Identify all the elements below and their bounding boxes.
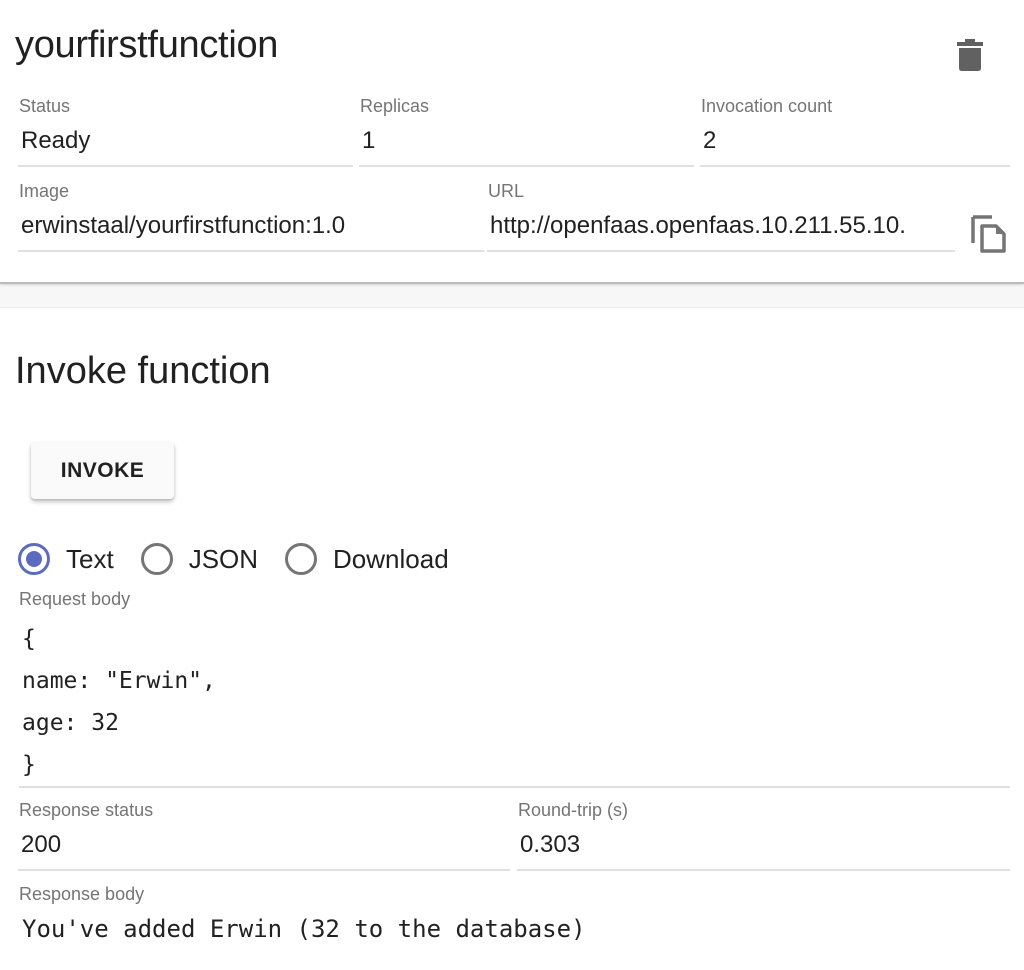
status-field: Status Ready [18, 96, 353, 167]
replicas-label: Replicas [360, 96, 430, 116]
invocation-count-label: Invocation count [701, 96, 833, 116]
invoke-button[interactable]: INVOKE [31, 442, 174, 499]
round-trip-label: Round-trip (s) [518, 800, 629, 820]
invocation-count-value: 2 [700, 117, 1010, 167]
radio-download-label: Download [333, 543, 449, 574]
replicas-field: Replicas 1 [359, 96, 694, 167]
url-label: URL [488, 181, 525, 201]
function-details-card: yourfirstfunction Status Ready Replicas … [0, 0, 1024, 284]
invocation-count-field: Invocation count 2 [700, 96, 1010, 167]
delete-function-button[interactable] [954, 36, 986, 74]
response-status-field: Response status 200 [18, 800, 510, 871]
image-value: erwinstaal/yourfirstfunction:1.0 [18, 202, 484, 252]
radio-checked-icon[interactable] [18, 543, 50, 575]
status-label: Status [19, 96, 71, 116]
function-name-title: yourfirstfunction [15, 24, 279, 66]
request-body-line: name: "Erwin", [22, 668, 216, 694]
status-value: Ready [18, 117, 353, 167]
request-body-label: Request body [19, 589, 131, 609]
radio-text[interactable]: Text [18, 543, 114, 575]
request-body-line: age: 32 [22, 710, 119, 736]
copy-url-button[interactable] [970, 214, 1008, 254]
section-divider [0, 284, 1024, 308]
response-type-radio-group: Text JSON Download [18, 543, 476, 575]
radio-json-label: JSON [188, 543, 259, 574]
response-status-value: 200 [18, 821, 510, 871]
copy-icon [971, 215, 1006, 253]
radio-download[interactable]: Download [285, 543, 449, 575]
request-body-line: } [22, 752, 36, 778]
trash-icon [957, 39, 983, 71]
radio-json[interactable]: JSON [140, 543, 259, 575]
round-trip-value: 0.303 [517, 821, 1010, 871]
image-field: Image erwinstaal/yourfirstfunction:1.0 [18, 181, 484, 252]
round-trip-field: Round-trip (s) 0.303 [517, 800, 1010, 871]
response-body-label: Response body [19, 884, 145, 904]
radio-unchecked-icon[interactable] [140, 543, 173, 575]
radio-text-label: Text [66, 543, 114, 574]
url-value[interactable]: http://openfaas.openfaas.10.211.55.10. [487, 202, 955, 252]
image-label: Image [19, 181, 70, 201]
request-body-line: { [22, 626, 36, 652]
request-body-textarea[interactable]: { name: "Erwin", age: 32 } [19, 618, 1010, 788]
url-field: URL http://openfaas.openfaas.10.211.55.1… [487, 181, 955, 252]
response-body-value: You've added Erwin (32 to the database) [22, 915, 586, 943]
replicas-value: 1 [359, 117, 694, 167]
response-status-label: Response status [19, 800, 154, 820]
radio-unchecked-icon[interactable] [285, 543, 318, 575]
invoke-section-title: Invoke function [15, 350, 271, 392]
